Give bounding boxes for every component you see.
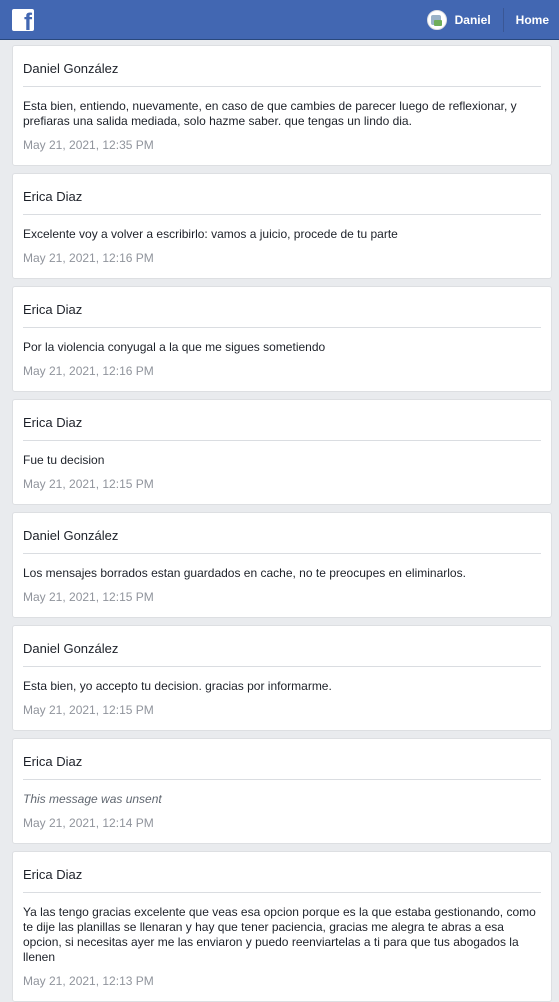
message-text: Por la violencia conyugal a la que me si… bbox=[23, 340, 326, 354]
message-card: Erica Diaz Por la violencia conyugal a l… bbox=[12, 286, 552, 392]
message-sender: Daniel González bbox=[23, 46, 541, 87]
message-text: Fue tu decision bbox=[23, 453, 105, 467]
avatar bbox=[426, 9, 447, 30]
message-card: Daniel González Esta bien, yo accepto tu… bbox=[12, 625, 552, 731]
message-timestamp: May 21, 2021, 12:13 PM bbox=[23, 974, 154, 988]
message-timestamp: May 21, 2021, 12:16 PM bbox=[23, 251, 154, 265]
top-bar: f Daniel Home bbox=[0, 0, 559, 40]
message-sender: Erica Diaz bbox=[23, 400, 541, 441]
facebook-logo-icon[interactable]: f bbox=[12, 8, 34, 31]
message-text: Esta bien, entiendo, nuevamente, en caso… bbox=[23, 99, 517, 128]
message-sender: Erica Diaz bbox=[23, 287, 541, 328]
message-card: Erica Diaz Excelente voy a volver a escr… bbox=[12, 173, 552, 279]
home-link[interactable]: Home bbox=[504, 13, 549, 27]
message-text: Los mensajes borrados estan guardados en… bbox=[23, 566, 466, 580]
message-sender: Erica Diaz bbox=[23, 852, 541, 893]
message-list: Daniel González Esta bien, entiendo, nue… bbox=[0, 40, 559, 1002]
top-nav: Daniel Home bbox=[426, 0, 549, 39]
message-text: Ya las tengo gracias excelente que veas … bbox=[23, 905, 536, 964]
message-text: Esta bien, yo accepto tu decision. graci… bbox=[23, 679, 332, 693]
message-sender: Erica Diaz bbox=[23, 739, 541, 780]
message-timestamp: May 21, 2021, 12:15 PM bbox=[23, 590, 154, 604]
message-card: Erica Diaz Fue tu decision May 21, 2021,… bbox=[12, 399, 552, 505]
message-timestamp: May 21, 2021, 12:16 PM bbox=[23, 364, 154, 378]
profile-name: Daniel bbox=[454, 12, 491, 27]
message-unsent-text: This message was unsent bbox=[23, 792, 162, 806]
message-timestamp: May 21, 2021, 12:15 PM bbox=[23, 477, 154, 491]
message-sender: Daniel González bbox=[23, 513, 541, 554]
message-card: Daniel González Los mensajes borrados es… bbox=[12, 512, 552, 618]
message-card: Erica Diaz This message was unsent May 2… bbox=[12, 738, 552, 844]
message-sender: Daniel González bbox=[23, 626, 541, 667]
message-card: Erica Diaz Ya las tengo gracias excelent… bbox=[12, 851, 552, 1002]
message-sender: Erica Diaz bbox=[23, 174, 541, 215]
message-timestamp: May 21, 2021, 12:14 PM bbox=[23, 816, 154, 830]
profile-link[interactable]: Daniel bbox=[426, 7, 504, 32]
message-timestamp: May 21, 2021, 12:35 PM bbox=[23, 138, 154, 152]
message-text: Excelente voy a volver a escribirlo: vam… bbox=[23, 227, 398, 241]
message-timestamp: May 21, 2021, 12:15 PM bbox=[23, 703, 154, 717]
message-card: Daniel González Esta bien, entiendo, nue… bbox=[12, 45, 552, 166]
